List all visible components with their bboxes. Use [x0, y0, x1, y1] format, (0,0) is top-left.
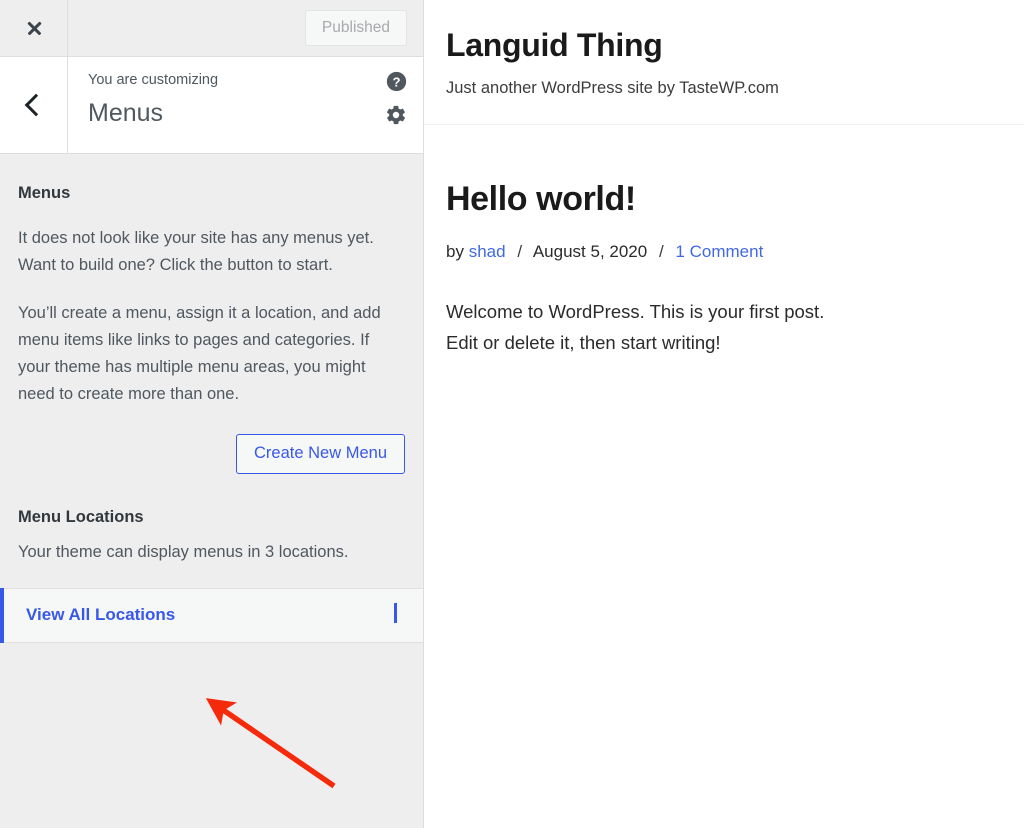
section-header-text: You are customizing Menus ? — [68, 57, 423, 153]
gear-icon[interactable] — [385, 104, 407, 126]
help-icon[interactable]: ? — [386, 71, 407, 92]
svg-text:?: ? — [392, 74, 400, 89]
post-body-line-1: Welcome to WordPress. This is your first… — [446, 301, 825, 323]
view-all-locations-label: View All Locations — [26, 605, 176, 625]
post-article: Hello world! by shad / August 5, 2020 / … — [424, 125, 1024, 358]
panel-title: Menus — [88, 98, 164, 127]
site-preview: Languid Thing Just another WordPress sit… — [424, 0, 1024, 828]
post-comments-link[interactable]: 1 Comment — [675, 242, 763, 261]
menus-section-title: Menus — [18, 184, 71, 202]
customizing-eyebrow: You are customizing — [88, 72, 219, 88]
customizer-topbar: Published — [0, 0, 423, 57]
chevron-left-icon — [24, 93, 47, 117]
publish-button[interactable]: Published — [304, 9, 407, 47]
post-author-link[interactable]: shad — [469, 242, 506, 261]
customizer-panel-content: Menus It does not look like your site ha… — [0, 154, 423, 828]
close-customizer-button[interactable] — [0, 0, 68, 56]
menu-locations-block: Menu Locations Your theme can display me… — [0, 508, 423, 565]
menu-locations-description: Your theme can display menus in 3 locati… — [18, 542, 349, 561]
view-all-locations-row[interactable]: View All Locations — [0, 587, 423, 643]
post-title[interactable]: Hello world! — [446, 180, 1024, 219]
create-new-menu-button[interactable]: Create New Menu — [236, 434, 405, 474]
post-date: August 5, 2020 — [532, 241, 648, 261]
panel-body: Menus It does not look like your site ha… — [0, 184, 423, 407]
close-icon — [25, 19, 43, 37]
active-accent-bar — [0, 587, 4, 643]
menu-locations-title: Menu Locations — [18, 507, 144, 526]
menus-description-1: It does not look like your site has any … — [18, 229, 374, 274]
author-prefix: by — [446, 241, 464, 261]
post-body-line-2: Edit or delete it, then start writing! — [446, 331, 721, 353]
post-meta: by shad / August 5, 2020 / 1 Comment — [446, 241, 1024, 263]
site-header: Languid Thing Just another WordPress sit… — [424, 0, 1024, 125]
header-icon-group: ? — [385, 71, 407, 126]
meta-separator-2: / — [658, 241, 664, 261]
customizer-sidebar: Published You are customizing Menus ? Me… — [0, 0, 424, 828]
create-menu-row: Create New Menu — [0, 434, 423, 474]
site-tagline: Just another WordPress site by TasteWP.c… — [446, 79, 779, 98]
customizer-app: Published You are customizing Menus ? Me… — [0, 0, 1024, 828]
site-title[interactable]: Languid Thing — [446, 26, 1024, 64]
back-button[interactable] — [0, 57, 68, 153]
meta-separator-1: / — [517, 241, 523, 261]
menus-description-2: You’ll create a menu, assign it a locati… — [18, 304, 381, 403]
customizer-section-header: You are customizing Menus ? — [0, 57, 423, 154]
topbar-actions: Published — [68, 0, 423, 56]
post-body: Welcome to WordPress. This is your first… — [446, 297, 916, 358]
